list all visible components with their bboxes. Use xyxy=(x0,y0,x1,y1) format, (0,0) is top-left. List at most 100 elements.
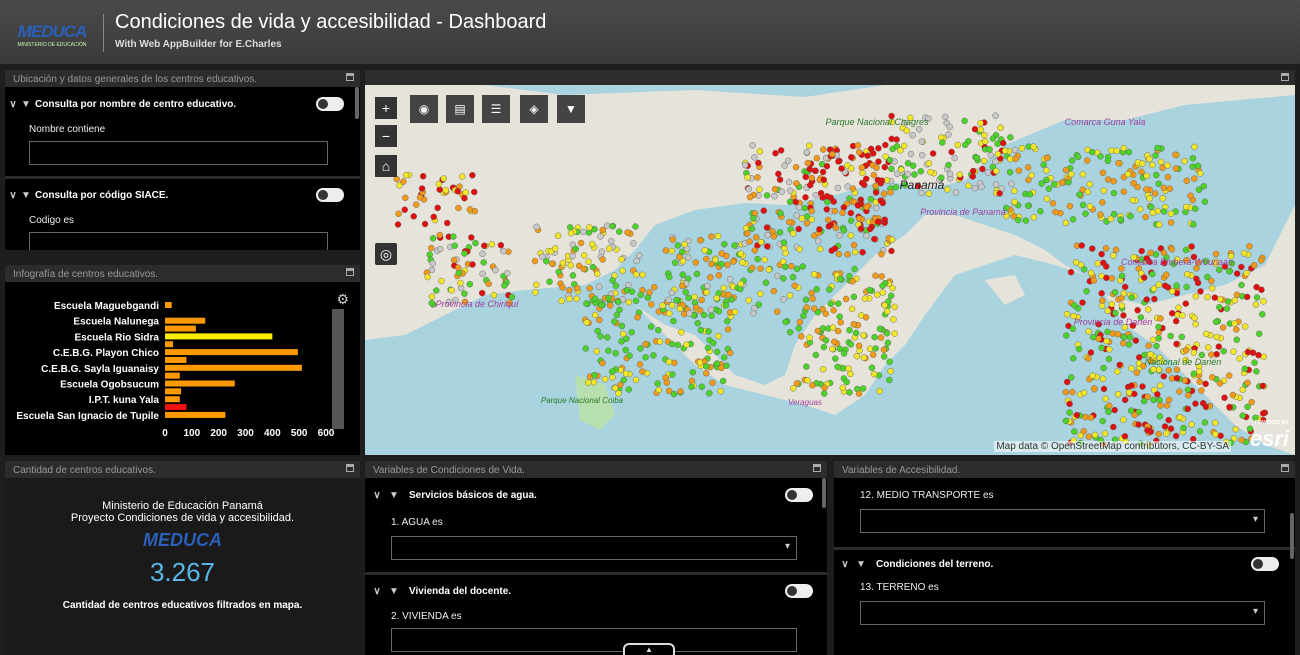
school-marker xyxy=(863,175,870,183)
field-label: Nombre contiene xyxy=(29,124,106,135)
school-marker xyxy=(1195,186,1203,193)
school-marker xyxy=(867,195,875,203)
chevron-down-icon[interactable]: ∨ xyxy=(365,490,389,501)
panel-handle-button[interactable]: ▲ xyxy=(623,643,675,655)
school-marker xyxy=(714,232,722,240)
school-marker xyxy=(440,175,447,182)
chart-bar[interactable] xyxy=(165,396,180,403)
school-marker xyxy=(1191,143,1198,151)
vivienda-select[interactable] xyxy=(391,628,797,652)
school-marker xyxy=(648,301,655,308)
maximize-icon[interactable] xyxy=(1281,73,1289,81)
filter-agua[interactable]: ∨ ▼ Servicios básicos de agua. xyxy=(365,481,827,509)
chart-bar[interactable] xyxy=(165,380,235,387)
locate-button[interactable]: ◎ xyxy=(375,243,397,265)
map-label: Comarca Guna Yala xyxy=(1065,117,1146,127)
chevron-down-icon[interactable]: ∨ xyxy=(5,190,21,201)
school-marker xyxy=(1189,163,1196,170)
filter-siace[interactable]: ∨ ▼ Consulta por código SIACE. xyxy=(5,181,360,209)
maximize-icon[interactable] xyxy=(346,464,354,472)
chart-bar[interactable] xyxy=(165,302,172,308)
school-marker xyxy=(1076,191,1083,198)
school-marker xyxy=(1226,268,1233,275)
chart-bar[interactable] xyxy=(165,404,187,411)
filter-toggle[interactable] xyxy=(316,188,344,202)
chart-bar[interactable] xyxy=(165,333,273,340)
measure-icon[interactable]: ▤ xyxy=(446,95,474,123)
filter-toggle[interactable] xyxy=(785,488,813,502)
filter-toggle[interactable] xyxy=(785,584,813,598)
chevron-down-icon[interactable]: ∨ xyxy=(834,559,856,570)
school-marker xyxy=(1099,169,1107,176)
zoom-out-button[interactable]: − xyxy=(375,125,397,147)
school-marker xyxy=(428,299,435,307)
chart-bar[interactable] xyxy=(165,349,298,356)
school-marker xyxy=(872,182,879,190)
school-marker xyxy=(1008,180,1015,187)
school-marker xyxy=(1193,275,1200,283)
basemap-gallery-icon[interactable]: ◉ xyxy=(410,95,438,123)
school-marker xyxy=(1192,205,1199,212)
school-marker xyxy=(1075,345,1083,353)
map-canvas[interactable]: Panamá Provincia de Panamá Provincia de Ch… xyxy=(365,85,1295,455)
nombre-input[interactable] xyxy=(29,141,328,165)
chart-bar[interactable] xyxy=(165,364,302,371)
school-marker xyxy=(703,255,710,263)
school-marker xyxy=(835,158,842,165)
filter-icon[interactable]: ▼ xyxy=(557,95,585,123)
terreno-select[interactable] xyxy=(860,601,1265,625)
zoom-in-button[interactable]: + xyxy=(375,97,397,119)
school-marker xyxy=(715,332,722,340)
school-marker xyxy=(1168,246,1176,253)
school-marker xyxy=(809,382,816,389)
maximize-icon[interactable] xyxy=(346,73,354,81)
codigo-input[interactable] xyxy=(29,232,328,250)
chart-tick-label: 0 xyxy=(162,428,168,439)
chart-bar[interactable] xyxy=(165,317,206,324)
school-marker xyxy=(868,364,876,371)
chevron-down-icon[interactable]: ∨ xyxy=(365,586,389,597)
school-marker xyxy=(713,294,720,302)
chart-bar[interactable] xyxy=(165,341,174,348)
school-marker xyxy=(1143,296,1150,303)
school-marker xyxy=(870,150,877,157)
maximize-icon[interactable] xyxy=(813,464,821,472)
panel-map xyxy=(365,70,1295,85)
school-marker xyxy=(622,370,630,377)
scrollbar[interactable] xyxy=(355,87,359,119)
field-label: 13. TERRENO es xyxy=(860,582,939,593)
chart-bar[interactable] xyxy=(165,372,180,379)
school-marker xyxy=(718,364,725,372)
school-marker xyxy=(1136,354,1143,361)
school-marker xyxy=(951,154,958,162)
home-button[interactable]: ⌂ xyxy=(375,155,397,177)
agua-select[interactable] xyxy=(391,536,797,560)
filter-toggle[interactable] xyxy=(316,97,344,111)
medio-transporte-select[interactable] xyxy=(860,509,1265,533)
layers-icon[interactable]: ◈ xyxy=(520,95,548,123)
school-marker xyxy=(651,283,658,291)
filter-toggle[interactable] xyxy=(1251,557,1279,571)
school-marker xyxy=(1118,272,1126,280)
filter-nombre[interactable]: ∨ ▼ Consulta por nombre de centro educat… xyxy=(5,90,360,118)
chart-bar[interactable] xyxy=(165,388,182,395)
scrollbar[interactable] xyxy=(1290,513,1294,559)
map-view[interactable]: Panamá Provincia de Panamá Provincia de Ch… xyxy=(365,85,1295,455)
chart-bar[interactable] xyxy=(165,356,187,363)
school-marker xyxy=(671,359,678,367)
school-marker xyxy=(971,126,979,133)
school-marker xyxy=(1165,367,1172,374)
filter-vivienda[interactable]: ∨ ▼ Vivienda del docente. xyxy=(365,577,827,605)
chart-bar[interactable] xyxy=(165,325,196,332)
filter-icon: ▼ xyxy=(389,489,399,501)
filter-terreno[interactable]: ∨ ▼ Condiciones del terreno. xyxy=(834,550,1295,578)
field-label: 12. MEDIO TRANSPORTE es xyxy=(860,490,994,501)
chart-bar[interactable] xyxy=(165,411,226,418)
legend-icon[interactable]: ☰ xyxy=(482,95,510,123)
scrollbar[interactable] xyxy=(822,478,826,508)
school-marker xyxy=(1063,378,1071,386)
maximize-icon[interactable] xyxy=(1281,464,1289,472)
school-marker xyxy=(777,210,784,217)
chevron-down-icon[interactable]: ∨ xyxy=(5,99,21,110)
school-marker xyxy=(609,222,616,230)
